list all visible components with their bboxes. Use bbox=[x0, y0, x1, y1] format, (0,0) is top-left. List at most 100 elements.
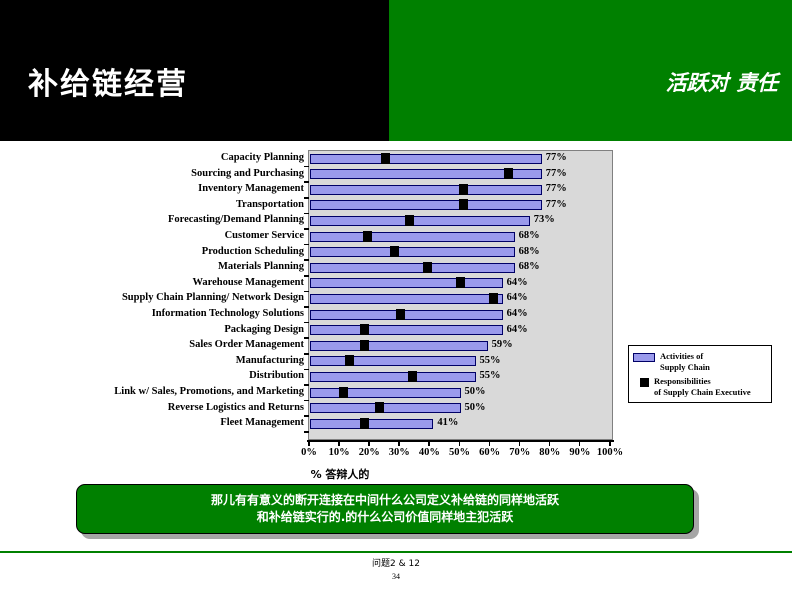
chart-x-tick-label: 30% bbox=[388, 447, 410, 458]
chart-value-label: 64% bbox=[506, 308, 528, 319]
chart-value-label: 55% bbox=[479, 354, 501, 366]
chart-x-tick-labels: 0% 10% 20% 30% 40% 50% 60% 70% 80% 90% 100% bbox=[297, 447, 627, 463]
chart-bar-row bbox=[309, 213, 612, 229]
chart-bar-row bbox=[309, 354, 612, 370]
chart-bar-row bbox=[309, 323, 612, 339]
chart-x-tick bbox=[578, 440, 581, 446]
chart-x-tick bbox=[458, 440, 460, 446]
chart-x-tick bbox=[609, 440, 611, 446]
chart-x-tick-label: 10% bbox=[328, 447, 350, 458]
callout-box: 那儿有有意义的断开连接在中间什么公司定义补给链的同样地活跃 和补给链实行的.的什… bbox=[76, 484, 694, 534]
chart-legend: Activities of Supply Chain Responsibilit… bbox=[628, 345, 772, 403]
chart-bar bbox=[310, 278, 503, 289]
chart-x-tick-label: 60% bbox=[479, 447, 501, 458]
chart-value-label: 55% bbox=[479, 370, 501, 382]
legend-activities-line2: Supply Chain bbox=[660, 361, 710, 372]
chart-value-label: 77% bbox=[545, 152, 567, 163]
chart-bar bbox=[310, 403, 461, 414]
chart-category-label: Production Scheduling bbox=[201, 245, 304, 257]
chart-bar bbox=[310, 371, 476, 382]
chart-bar-row bbox=[309, 401, 612, 417]
chart-bar-row bbox=[309, 260, 612, 276]
chart-category-label: Information Technology Solutions bbox=[151, 307, 304, 319]
chart-x-tick bbox=[428, 440, 430, 446]
chart-bar bbox=[310, 262, 515, 273]
chart-category-label: Forecasting/Demand Planning bbox=[167, 214, 304, 226]
chart-x-axis-title: % 答辩人的 bbox=[310, 468, 370, 481]
chart-category-label: Inventory Management bbox=[198, 183, 304, 195]
legend-label-responsibilities: Responsibilities of Supply Chain Executi… bbox=[654, 376, 751, 397]
chart-x-tick bbox=[338, 440, 340, 446]
chart-value-label: 77% bbox=[545, 183, 567, 195]
chart-x-tick-label: 40% bbox=[418, 447, 440, 458]
chart-bar-row bbox=[309, 369, 612, 385]
chart-x-tick-label: 20% bbox=[358, 447, 380, 458]
chart-x-axis bbox=[307, 440, 614, 447]
chart-category-label: Materials Planning bbox=[217, 261, 304, 273]
chart-value-label: 64% bbox=[506, 276, 528, 288]
chart-x-tick bbox=[548, 440, 551, 446]
chart-marker bbox=[380, 152, 390, 164]
chart-bar bbox=[310, 418, 434, 429]
chart-marker bbox=[456, 277, 465, 289]
chart-category-label: Warehouse Management bbox=[192, 276, 304, 288]
chart-bar-row bbox=[309, 385, 612, 401]
chart-value-label: 77% bbox=[545, 198, 567, 210]
chart-x-tick-label: 80% bbox=[539, 447, 561, 458]
chart-bar-row bbox=[309, 229, 612, 245]
chart-x-tick-label: 0% bbox=[301, 447, 317, 458]
chart-bar bbox=[310, 231, 515, 242]
chart-marker bbox=[359, 339, 369, 351]
footer-question-ref: 问题2 & 12 bbox=[372, 559, 420, 569]
chart-category-label: Reverse Logistics and Returns bbox=[167, 401, 304, 413]
chart-value-label: 64% bbox=[506, 292, 528, 304]
chart-category-label: Link w/ Sales, Promotions, and Marketing bbox=[114, 385, 304, 397]
chart-bar bbox=[310, 153, 542, 164]
legend-item-activities: Activities of Supply Chain bbox=[633, 351, 710, 372]
chart-bar bbox=[310, 387, 461, 398]
chart-x-tick-label: 50% bbox=[449, 447, 470, 458]
chart-bar bbox=[310, 309, 503, 320]
chart-marker bbox=[459, 199, 468, 211]
chart-y-tick bbox=[304, 431, 309, 433]
chart-value-label: 73% bbox=[533, 214, 555, 226]
chart-marker bbox=[395, 308, 405, 320]
chart-category-label: Sales Order Management bbox=[189, 339, 304, 351]
legend-responsibilities-line1: Responsibilities bbox=[654, 376, 711, 386]
chart-plot-area bbox=[304, 150, 613, 440]
chart-x-tick bbox=[308, 440, 310, 446]
chart-value-label: 50% bbox=[464, 386, 486, 397]
chart-category-label: Capacity Planning bbox=[220, 152, 304, 163]
chart-area: Capacity Planning Sourcing and Purchasing… bbox=[0, 141, 792, 486]
chart-category-label: Supply Chain Planning/ Network Design bbox=[121, 292, 304, 304]
chart-value-label: 59% bbox=[491, 339, 513, 351]
chart-value-label: 64% bbox=[506, 323, 528, 335]
chart-category-label: Customer Service bbox=[224, 229, 304, 241]
slide-header: 补给链经营 活跃对 责任 bbox=[0, 0, 792, 141]
footer-page-number: 34 bbox=[392, 572, 400, 581]
chart-x-tick bbox=[488, 440, 491, 446]
chart-bar-row bbox=[309, 338, 612, 354]
callout-text: 那儿有有意义的断开连接在中间什么公司定义补给链的同样地活跃 和补给链实行的.的什… bbox=[201, 492, 569, 526]
chart-x-tick-label: 100% bbox=[596, 447, 624, 458]
chart-value-label: 68% bbox=[518, 245, 540, 257]
header-subtitle: 活跃对 责任 bbox=[665, 71, 778, 95]
chart-category-label: Manufacturing bbox=[235, 354, 304, 366]
chart-marker bbox=[359, 324, 369, 336]
chart-bar bbox=[310, 184, 542, 195]
chart-x-tick bbox=[398, 440, 400, 446]
x-axis-line bbox=[307, 440, 614, 442]
chart-x-tick-label: 70% bbox=[509, 447, 531, 458]
chart-marker bbox=[344, 355, 354, 367]
chart-bar-row bbox=[309, 276, 612, 292]
chart-bar-row bbox=[309, 307, 612, 323]
legend-square-swatch-icon bbox=[640, 378, 649, 387]
chart-bar bbox=[310, 200, 542, 211]
chart-bar bbox=[310, 356, 476, 367]
chart-bar-row bbox=[309, 245, 612, 261]
chart-bar bbox=[310, 247, 515, 258]
legend-label-activities: Activities of Supply Chain bbox=[660, 351, 710, 372]
legend-bar-swatch-icon bbox=[633, 353, 655, 362]
chart-category-label: Packaging Design bbox=[224, 323, 304, 335]
chart-marker bbox=[389, 246, 399, 258]
